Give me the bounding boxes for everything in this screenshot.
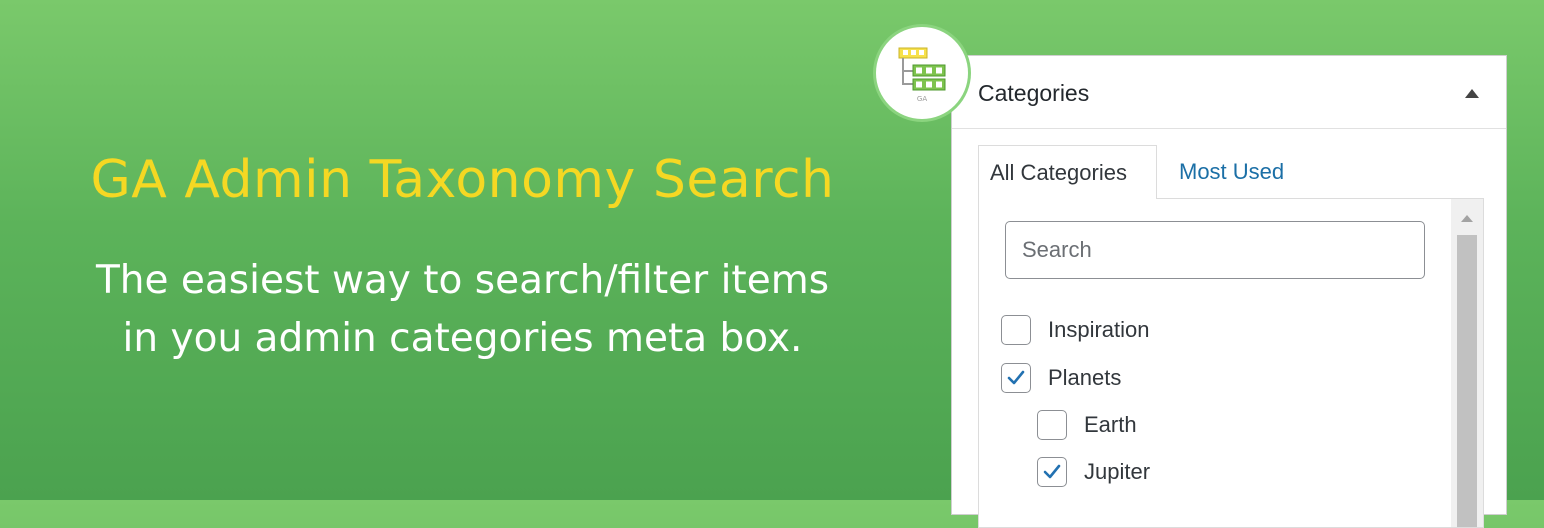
triangle-up-icon[interactable] [1465, 89, 1479, 98]
category-label: Planets [1048, 365, 1122, 390]
meta-box-title: Categories [978, 80, 1090, 106]
categories-list-panel: Inspiration Planets Earth Jupiter [978, 198, 1484, 528]
category-item-jupiter[interactable]: Jupiter [1037, 455, 1150, 489]
hero-title: GA Admin Taxonomy Search [90, 150, 835, 210]
scrollbar[interactable] [1451, 199, 1483, 527]
category-item-earth[interactable]: Earth [1037, 408, 1137, 442]
taxonomy-tree-icon: GA [898, 47, 946, 103]
scroll-up-arrow-icon[interactable] [1461, 215, 1473, 222]
category-checkbox[interactable] [1001, 315, 1031, 345]
category-checkbox[interactable] [1037, 410, 1067, 440]
tab-most-used[interactable]: Most Used [1179, 145, 1284, 199]
category-label: Inspiration [1048, 317, 1150, 342]
hero-subtitle-line-2: in you admin categories meta box. [122, 316, 803, 361]
checkmark-icon [1043, 464, 1061, 479]
category-checkbox[interactable] [1037, 457, 1067, 487]
category-item-inspiration[interactable]: Inspiration [1001, 313, 1150, 347]
category-label: Jupiter [1084, 459, 1151, 484]
plugin-logo: GA [876, 27, 968, 119]
categories-meta-box: Categories All Categories Most Used Insp… [951, 55, 1507, 528]
meta-box-header[interactable]: Categories [952, 56, 1506, 129]
hero-subtitle: The easiest way to search/filter items i… [0, 252, 925, 368]
tab-all-categories[interactable]: All Categories [978, 145, 1157, 199]
category-search-input[interactable] [1005, 221, 1425, 279]
hero-subtitle-line-1: The easiest way to search/filter items [95, 258, 830, 303]
scrollbar-thumb[interactable] [1457, 235, 1477, 527]
category-label: Earth [1084, 412, 1137, 437]
category-item-planets[interactable]: Planets [1001, 361, 1121, 395]
logo-text: GA [917, 95, 927, 103]
category-checkbox[interactable] [1001, 363, 1031, 393]
checkmark-icon [1007, 370, 1025, 385]
